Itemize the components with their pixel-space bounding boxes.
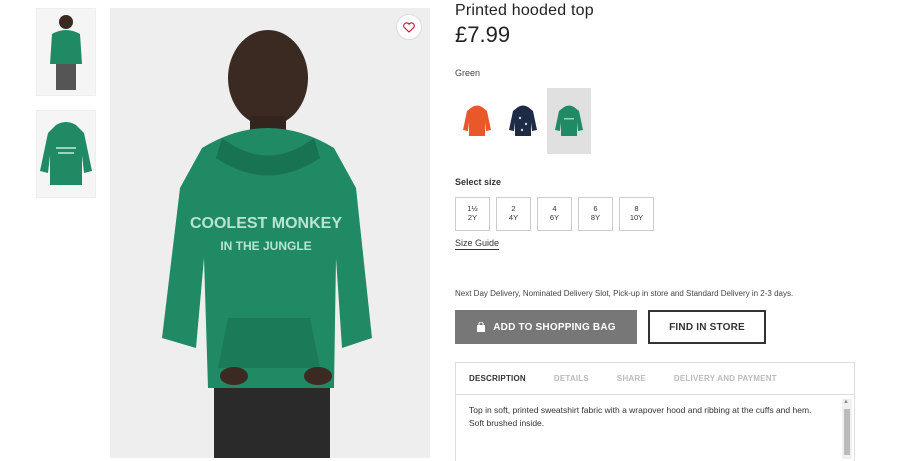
thumbnail-model[interactable] <box>36 8 96 96</box>
main-product-image: COOLEST MONKEY IN THE JUNGLE <box>110 8 430 458</box>
size-option-4y[interactable]: 2 4Y <box>496 197 531 231</box>
thumbnail-column <box>36 8 98 212</box>
wishlist-button[interactable] <box>396 14 422 40</box>
thumbnail-hoodie-image <box>40 122 92 185</box>
description-text: Top in soft, printed sweatshirt fabric w… <box>469 405 812 428</box>
size-bottom: 4Y <box>508 213 519 222</box>
green-hoodie-icon <box>555 105 583 136</box>
heart-icon <box>403 21 415 33</box>
color-swatches <box>455 88 591 154</box>
swatch-navy[interactable] <box>501 88 545 154</box>
size-bottom: 6Y <box>549 213 560 222</box>
shopping-bag-icon <box>477 322 486 332</box>
find-in-store-label: FIND IN STORE <box>669 321 745 333</box>
tab-details[interactable]: DETAILS <box>554 374 589 383</box>
delivery-info: Next Day Delivery, Nominated Delivery Sl… <box>455 289 794 298</box>
swatch-orange[interactable] <box>455 88 499 154</box>
size-guide-link[interactable]: Size Guide <box>455 238 500 250</box>
selected-color-label: Green <box>455 68 481 78</box>
size-option-2y[interactable]: 1½ 2Y <box>455 197 490 231</box>
product-price: £7.99 <box>455 22 511 47</box>
product-info-tabs: DESCRIPTION DETAILS SHARE DELIVERY AND P… <box>455 362 855 461</box>
select-size-label: Select size <box>455 177 502 187</box>
size-bottom: 8Y <box>590 213 601 222</box>
scrollbar-thumb[interactable] <box>844 409 850 455</box>
swatch-green[interactable] <box>547 88 591 154</box>
size-option-6y[interactable]: 4 6Y <box>537 197 572 231</box>
hoodie-graphic-line1: COOLEST MONKEY <box>190 215 342 232</box>
model-in-hoodie-illustration: COOLEST MONKEY IN THE JUNGLE <box>162 30 372 458</box>
orange-hoodie-icon <box>463 105 491 136</box>
tab-bar: DESCRIPTION DETAILS SHARE DELIVERY AND P… <box>456 363 854 395</box>
add-to-bag-button[interactable]: ADD TO SHOPPING BAG <box>455 310 637 344</box>
scroll-up-icon[interactable]: ▲ <box>843 399 849 405</box>
size-option-10y[interactable]: 8 10Y <box>619 197 654 231</box>
hoodie-graphic-line2: IN THE JUNGLE <box>220 239 311 253</box>
add-to-bag-label: ADD TO SHOPPING BAG <box>493 321 616 333</box>
size-option-8y[interactable]: 6 8Y <box>578 197 613 231</box>
size-selector: 1½ 2Y 2 4Y 4 6Y 6 8Y 8 10Y <box>455 197 654 231</box>
find-in-store-button[interactable]: FIND IN STORE <box>648 310 766 344</box>
navy-hoodie-icon <box>509 105 537 136</box>
thumbnail-model-image <box>50 15 82 90</box>
tab-share[interactable]: SHARE <box>617 374 646 383</box>
thumbnail-product[interactable] <box>36 110 96 198</box>
tab-description[interactable]: DESCRIPTION <box>469 374 526 383</box>
size-bottom: 10Y <box>629 213 644 222</box>
size-bottom: 2Y <box>467 213 478 222</box>
description-scrollbar[interactable]: ▲ <box>842 399 852 459</box>
tab-delivery-and-payment[interactable]: DELIVERY AND PAYMENT <box>674 374 777 383</box>
product-title: Printed hooded top <box>455 2 594 19</box>
